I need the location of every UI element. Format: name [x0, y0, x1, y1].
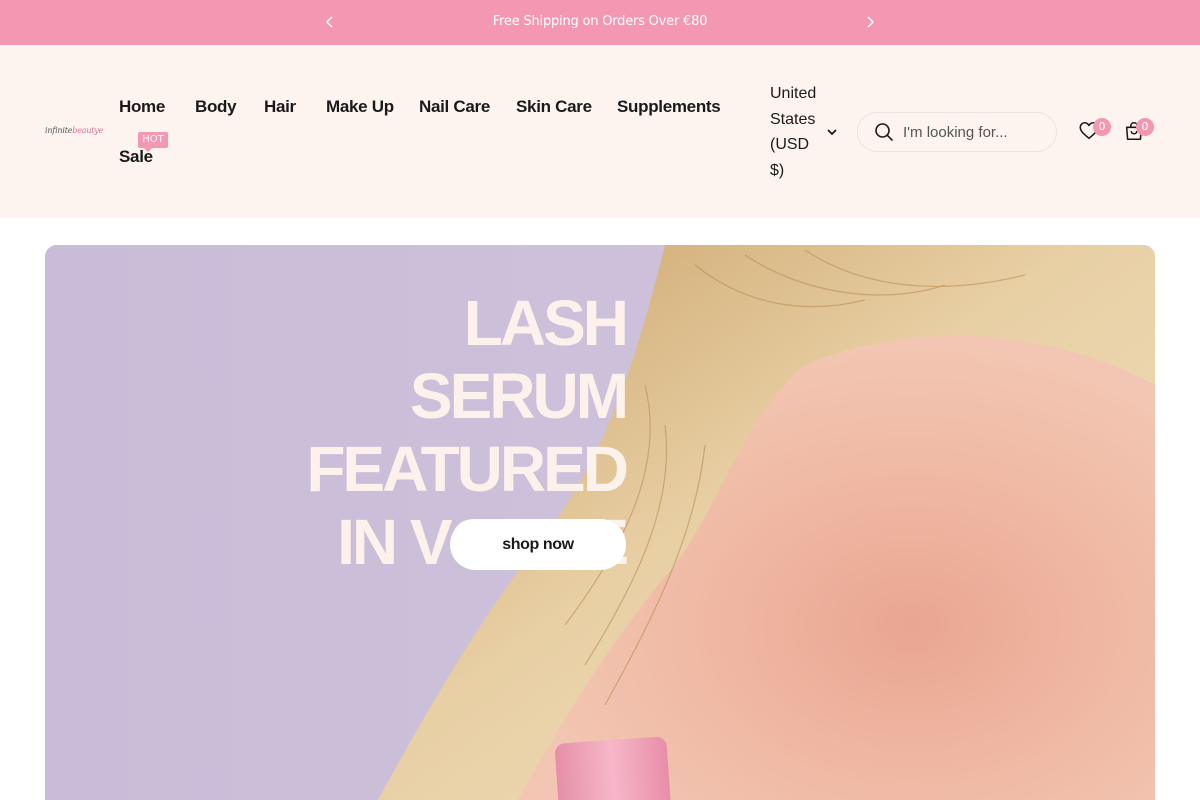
- nav-nail-care[interactable]: Nail Care: [419, 97, 490, 117]
- logo-text-part2: beautye: [72, 126, 104, 135]
- announcement-next-button[interactable]: [860, 12, 880, 32]
- chevron-down-icon[interactable]: [825, 125, 839, 139]
- logo-text-part1: infinite: [45, 126, 73, 135]
- hot-badge: HOT: [138, 132, 168, 152]
- shop-now-button[interactable]: shop now: [450, 519, 626, 570]
- search-icon[interactable]: [874, 122, 894, 142]
- nav-skin-care[interactable]: Skin Care: [516, 97, 592, 117]
- hero-banner[interactable]: LASH SERUM FEATURED IN VOGUE shop now: [45, 245, 1155, 800]
- nav-hair[interactable]: Hair: [264, 97, 296, 117]
- nav-home[interactable]: Home: [119, 97, 165, 117]
- currency-selector[interactable]: United States (USD $): [770, 81, 826, 183]
- search-input[interactable]: [903, 122, 1048, 142]
- nav-supplements[interactable]: Supplements: [617, 97, 721, 117]
- chevron-right-icon: [867, 16, 875, 28]
- cart-count: 0: [1136, 118, 1154, 136]
- wishlist-count: 0: [1093, 118, 1111, 136]
- site-header: infinitebeautye Home Body Hair Make Up N…: [0, 45, 1200, 218]
- nav-body[interactable]: Body: [195, 97, 237, 117]
- nav-make-up[interactable]: Make Up: [326, 97, 394, 117]
- search-bar[interactable]: [857, 112, 1057, 152]
- announcement-bar: Free Shipping on Orders Over €80: [0, 0, 1200, 45]
- announcement-text: Free Shipping on Orders Over €80: [492, 14, 708, 29]
- logo[interactable]: infinitebeautye: [45, 126, 103, 135]
